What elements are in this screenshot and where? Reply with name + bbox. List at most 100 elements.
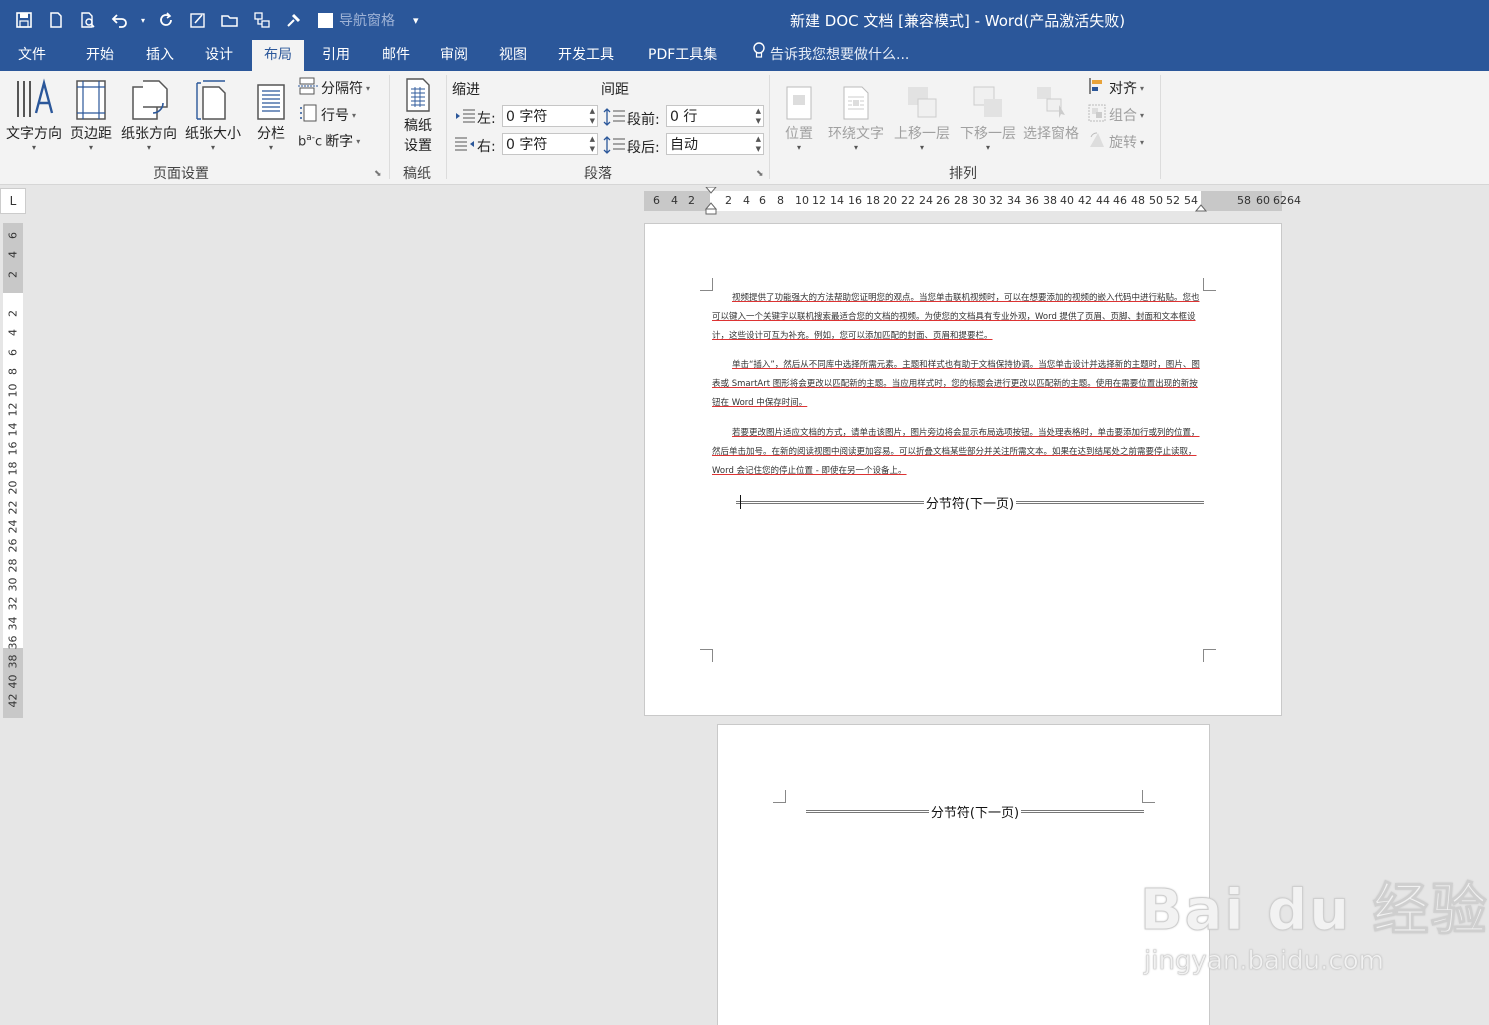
position-button[interactable]: 位置 ▾ bbox=[778, 75, 820, 153]
ruler-tick: 4 bbox=[6, 329, 20, 336]
format-painter-icon[interactable] bbox=[280, 6, 308, 34]
tab-mailings[interactable]: 邮件 bbox=[370, 40, 422, 71]
ruler-tick: 12 bbox=[6, 402, 20, 417]
indent-right-icon bbox=[455, 136, 475, 156]
ribbon-tabs: 文件 开始 插入 设计 布局 引用 邮件 审阅 视图 开发工具 PDF工具集 告… bbox=[0, 40, 1489, 71]
ruler-tick: 6 bbox=[6, 349, 20, 356]
watermark-url: jingyan.baidu.com bbox=[1144, 946, 1385, 977]
group-divider bbox=[389, 75, 390, 179]
tab-developer[interactable]: 开发工具 bbox=[546, 40, 626, 71]
watermark-brand: Bai du 经验 bbox=[1140, 878, 1489, 944]
stepper-arrows-icon[interactable]: ▲ ▼ bbox=[756, 134, 761, 154]
document-paragraph[interactable]: 若要更改图片适应文档的方式，请单击该图片，图片旁边将会显示布局选项按钮。当处理表… bbox=[712, 424, 1202, 481]
bring-forward-icon bbox=[890, 75, 954, 121]
chevron-down-icon: ▾ bbox=[985, 143, 990, 152]
ruler-tick: 60 bbox=[1256, 194, 1270, 207]
redo-icon[interactable] bbox=[152, 6, 180, 34]
ruler-tick: 14 bbox=[830, 194, 844, 207]
save-icon[interactable] bbox=[10, 6, 38, 34]
tab-layout[interactable]: 布局 bbox=[252, 40, 304, 71]
manuscript-group-label: 稿纸 bbox=[403, 166, 431, 182]
text-direction-button[interactable]: 文字方向 ▾ bbox=[4, 75, 64, 153]
ruler-tick: 10 bbox=[6, 383, 20, 398]
title-bar: ▾ 导航窗格 ▾ 新建 DOC 文档 [兼容模式] - Word(产品激活失败) bbox=[0, 0, 1489, 40]
tell-me-box[interactable]: 告诉我您想要做什么... bbox=[752, 40, 909, 71]
undo-dropdown-icon[interactable]: ▾ bbox=[138, 6, 148, 34]
stepper-arrows-icon[interactable]: ▲ ▼ bbox=[590, 106, 595, 126]
lightbulb-icon bbox=[752, 40, 766, 71]
tab-view[interactable]: 视图 bbox=[487, 40, 539, 71]
tab-design[interactable]: 设计 bbox=[193, 40, 245, 71]
send-backward-button[interactable]: 下移一层 ▾ bbox=[956, 75, 1020, 153]
new-document-icon[interactable] bbox=[42, 6, 70, 34]
page-setup-launcher-icon[interactable]: ⬊ bbox=[374, 169, 382, 179]
undo-icon[interactable] bbox=[106, 6, 134, 34]
paragraph-launcher-icon[interactable]: ⬊ bbox=[756, 169, 764, 179]
spacing-title: 间距 bbox=[601, 82, 629, 98]
horizontal-ruler[interactable]: 6 4 2 2 4 6 8 10 12 14 16 18 20 22 24 26 28 30 32 34 36 38 40 4… bbox=[644, 187, 1301, 215]
ruler-tick: 34 bbox=[6, 616, 20, 631]
text-direction-icon bbox=[4, 75, 64, 121]
ruler-tick: 28 bbox=[954, 194, 968, 207]
position-icon bbox=[778, 75, 820, 121]
indent-left-stepper[interactable]: 0 字符 ▲ ▼ bbox=[502, 105, 598, 127]
chevron-down-icon: ▾ bbox=[1140, 137, 1145, 147]
tab-pdf-tools[interactable]: PDF工具集 bbox=[636, 40, 729, 71]
spacing-before-stepper[interactable]: 0 行 ▲ ▼ bbox=[666, 105, 764, 127]
group-divider bbox=[1160, 75, 1161, 179]
section-break[interactable]: 分节符(下一页) bbox=[806, 802, 1144, 821]
tab-insert[interactable]: 插入 bbox=[134, 40, 186, 71]
group-divider bbox=[769, 75, 770, 179]
group-button[interactable]: 组合 ▾ bbox=[1088, 104, 1144, 126]
chevron-down-icon: ▾ bbox=[210, 143, 215, 152]
tab-review[interactable]: 审阅 bbox=[428, 40, 480, 71]
document-tree-icon[interactable] bbox=[248, 6, 276, 34]
section-break[interactable]: 分节符(下一页) bbox=[736, 493, 1204, 512]
print-preview-icon[interactable] bbox=[74, 6, 102, 34]
selection-pane-button[interactable]: 选择窗格 bbox=[1020, 75, 1082, 143]
size-button[interactable]: 纸张大小 ▾ bbox=[182, 75, 244, 153]
document-paragraph[interactable]: 单击“插入”，然后从不同库中选择所需元素。主题和样式也有助于文档保持协调。当您单… bbox=[712, 356, 1202, 413]
open-folder-icon[interactable] bbox=[216, 6, 244, 34]
columns-button[interactable]: 分栏 ▾ bbox=[250, 75, 292, 153]
edit-form-icon[interactable] bbox=[184, 6, 212, 34]
chevron-down-icon: ▾ bbox=[146, 143, 151, 152]
line-numbers-button[interactable]: 行号 ▾ bbox=[298, 104, 356, 126]
tab-home[interactable]: 开始 bbox=[74, 40, 126, 71]
tab-selector[interactable]: L bbox=[0, 188, 26, 214]
indent-title: 缩进 bbox=[452, 82, 480, 98]
stepper-arrows-icon[interactable]: ▲ ▼ bbox=[756, 106, 761, 126]
ruler-tick: 50 bbox=[1149, 194, 1163, 207]
spacing-after-stepper[interactable]: 自动 ▲ ▼ bbox=[666, 133, 764, 155]
bring-forward-button[interactable]: 上移一层 ▾ bbox=[890, 75, 954, 153]
ruler-tick: 26 bbox=[936, 194, 950, 207]
manuscript-setup-button[interactable]: 稿纸 设置 bbox=[396, 75, 440, 155]
ruler-tick: 8 bbox=[777, 194, 784, 207]
nav-pane-toggle[interactable]: 导航窗格 bbox=[318, 10, 395, 30]
rotate-button[interactable]: 旋转 ▾ bbox=[1088, 131, 1144, 153]
document-page-2[interactable] bbox=[717, 724, 1210, 1025]
margin-corner bbox=[773, 790, 786, 803]
breaks-button[interactable]: 分隔符 ▾ bbox=[298, 77, 370, 99]
spacing-after-icon bbox=[603, 136, 625, 158]
ruler-tick: 18 bbox=[6, 461, 20, 476]
tab-file[interactable]: 文件 bbox=[6, 40, 58, 71]
margins-button[interactable]: 页边距 ▾ bbox=[66, 75, 116, 153]
wrap-text-button[interactable]: 环绕文字 ▾ bbox=[824, 75, 888, 153]
orientation-button[interactable]: 纸张方向 ▾ bbox=[118, 75, 180, 153]
ruler-tick: 24 bbox=[919, 194, 933, 207]
vertical-ruler[interactable]: 6 4 2 2 4 6 8 10 12 14 16 18 20 22 24 26 28 30 32 34 36 38 40 4… bbox=[3, 223, 23, 718]
tab-references[interactable]: 引用 bbox=[310, 40, 362, 71]
indent-marker-icon[interactable] bbox=[704, 187, 718, 215]
baidu-watermark: Bai du 经验 jingyan.baidu.com bbox=[1140, 865, 1489, 977]
hyphenation-button[interactable]: ba-c 断字 ▾ bbox=[298, 131, 360, 151]
wrap-text-icon bbox=[824, 75, 888, 121]
document-paragraph[interactable]: 视频提供了功能强大的方法帮助您证明您的观点。当您单击联机视频时，可以在想要添加的… bbox=[712, 289, 1202, 346]
stepper-arrows-icon[interactable]: ▲ ▼ bbox=[590, 134, 595, 154]
customize-qat-icon[interactable]: ▾ bbox=[413, 14, 419, 27]
paper-size-icon bbox=[182, 75, 244, 121]
chevron-down-icon: ▾ bbox=[356, 136, 361, 146]
nav-pane-checkbox[interactable] bbox=[318, 12, 333, 28]
align-button[interactable]: 对齐 ▾ bbox=[1088, 77, 1144, 99]
indent-right-stepper[interactable]: 0 字符 ▲ ▼ bbox=[502, 133, 598, 155]
